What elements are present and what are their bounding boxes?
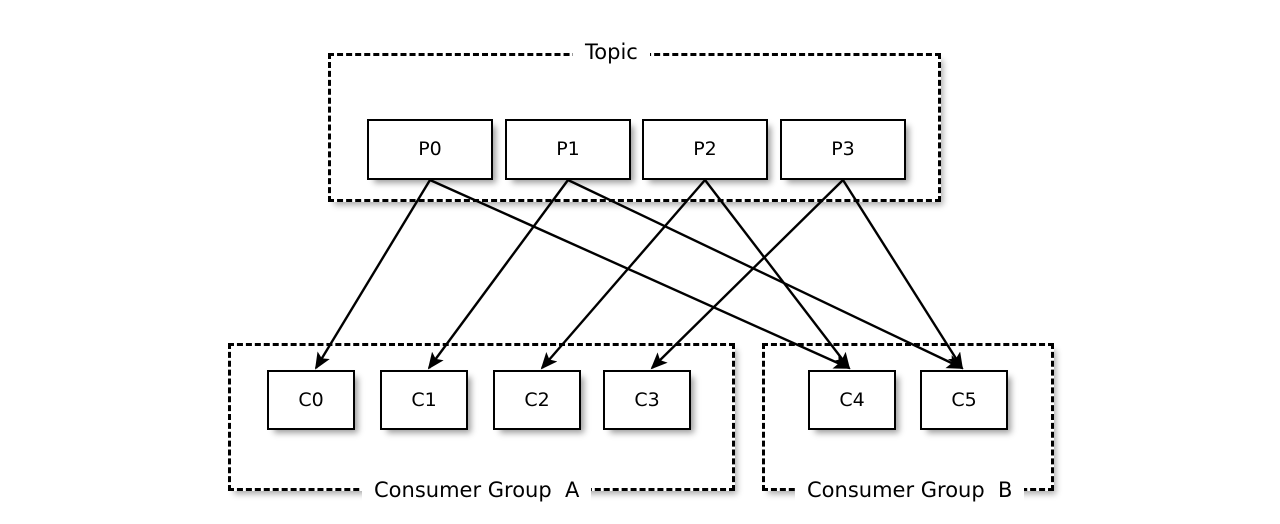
consumer-node-c1[interactable]: C1	[380, 370, 468, 430]
partition-node-p0[interactable]: P0	[367, 119, 493, 180]
consumer-node-c3[interactable]: C3	[603, 370, 691, 430]
consumer-group-a-title: Consumer Group A	[362, 476, 592, 506]
consumer-label: C1	[411, 388, 437, 411]
consumer-node-c5[interactable]: C5	[920, 370, 1008, 430]
edge-p1-to-c5	[567, 178, 964, 370]
partition-label: P0	[418, 138, 442, 160]
partition-node-p2[interactable]: P2	[642, 119, 768, 180]
partition-label: P3	[831, 138, 855, 160]
consumer-group-b-container	[762, 343, 1054, 491]
partition-node-p1[interactable]: P1	[505, 119, 631, 180]
topic-title: Topic	[573, 38, 650, 68]
consumer-node-c4[interactable]: C4	[808, 370, 896, 430]
consumer-node-c0[interactable]: C0	[267, 370, 355, 430]
edge-p2-to-c2	[540, 179, 706, 370]
partition-label: P2	[693, 138, 717, 160]
consumer-label: C4	[839, 388, 865, 411]
consumer-label: C3	[634, 388, 660, 411]
edge-p3-to-c3	[650, 179, 844, 370]
consumer-group-b-title: Consumer Group B	[795, 476, 1025, 506]
edge-p1-to-c1	[427, 179, 569, 370]
consumer-node-c2[interactable]: C2	[493, 370, 581, 430]
edge-p0-to-c0	[314, 179, 432, 370]
edge-p3-to-c5	[841, 179, 964, 370]
consumer-label: C5	[951, 388, 977, 411]
diagram-canvas: P0 P1 P2 P3 C0 C1 C2 C3 C4 C5 Topic Cons…	[0, 0, 1280, 524]
edge-p0-to-c4	[429, 178, 851, 370]
partition-label: P1	[556, 138, 580, 160]
consumer-label: C0	[298, 388, 324, 411]
edge-p2-to-c4	[704, 179, 851, 370]
consumer-label: C2	[524, 388, 550, 411]
partition-node-p3[interactable]: P3	[780, 119, 906, 180]
